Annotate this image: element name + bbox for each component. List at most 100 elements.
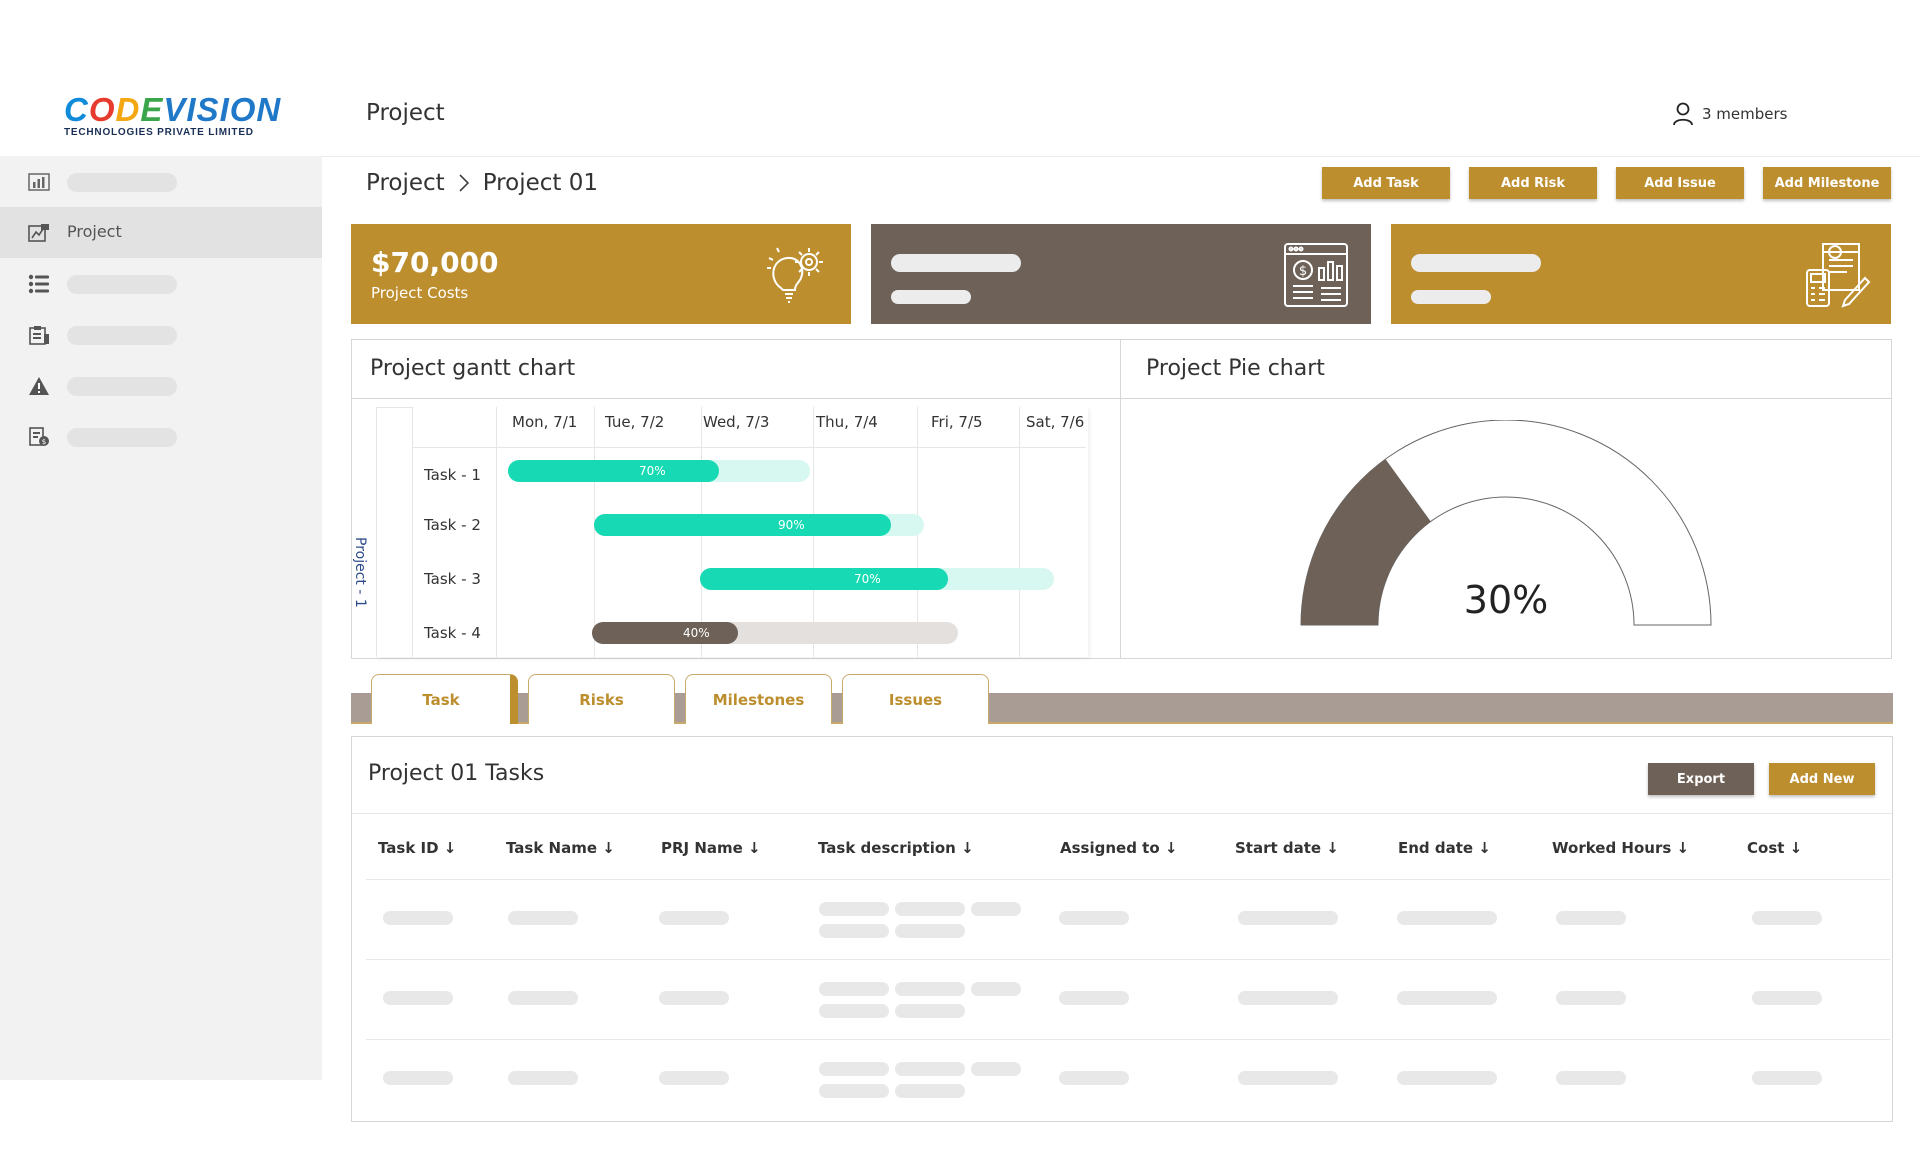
- table-row[interactable]: [352, 1040, 1892, 1119]
- gantt-day-label: Fri, 7/5: [931, 413, 983, 431]
- column-header-task-name[interactable]: Task Name ↓: [506, 839, 615, 857]
- tab-risks[interactable]: Risks: [528, 674, 675, 724]
- table-row[interactable]: [352, 880, 1892, 959]
- tab-task[interactable]: Task: [371, 674, 518, 724]
- sidebar-item-dashboard[interactable]: [0, 156, 322, 207]
- gantt-title: Project gantt chart: [370, 356, 576, 381]
- sidebar-item-label: Project: [67, 222, 122, 241]
- sidebar-item-finance[interactable]: $: [0, 411, 322, 462]
- sidebar-item-project[interactable]: Project: [0, 207, 322, 258]
- cell-placeholder: [1397, 1071, 1497, 1085]
- panel-divider: [1121, 398, 1891, 399]
- breadcrumb-root[interactable]: Project: [366, 170, 445, 196]
- gantt-grid-line: [1019, 407, 1020, 657]
- warning-icon: [29, 377, 49, 395]
- column-header-task-description[interactable]: Task description ↓: [818, 839, 974, 857]
- cell-placeholder: [971, 982, 1021, 996]
- gantt-bar-progress[interactable]: 40%: [592, 622, 738, 644]
- add-task-button[interactable]: Add Task: [1322, 167, 1450, 199]
- header-divider: [322, 156, 1920, 157]
- cell-placeholder: [1059, 911, 1129, 925]
- lightbulb-gear-icon: [767, 247, 823, 303]
- cell-placeholder: [508, 911, 578, 925]
- logo-wordmark: CODEVISION: [64, 91, 282, 128]
- cell-placeholder: [659, 1071, 729, 1085]
- gantt-day-label: Sat, 7/6: [1026, 413, 1085, 431]
- user-icon: [1673, 102, 1693, 126]
- card-placeholder: [891, 254, 1021, 272]
- cell-placeholder: [819, 982, 889, 996]
- sidebar-placeholder: [67, 377, 177, 396]
- column-header-end-date[interactable]: End date ↓: [1398, 839, 1491, 857]
- export-button[interactable]: Export: [1648, 763, 1754, 795]
- cell-placeholder: [895, 1004, 965, 1018]
- tasks-table-panel: Project 01 Tasks Export Add New Task ID …: [351, 736, 1893, 1122]
- cell-placeholder: [819, 902, 889, 916]
- gantt-bar-percent: 70%: [854, 572, 881, 586]
- column-header-assigned-to[interactable]: Assigned to ↓: [1060, 839, 1177, 857]
- clipboard-icon: [29, 326, 49, 345]
- cell-placeholder: [1752, 911, 1822, 925]
- cell-placeholder: [895, 902, 965, 916]
- gantt-bar-progress[interactable]: 70%: [700, 568, 948, 590]
- tab-issues[interactable]: Issues: [842, 674, 989, 724]
- gantt-bar-progress[interactable]: 90%: [594, 514, 891, 536]
- cell-placeholder: [895, 924, 965, 938]
- gantt-bar-percent: 90%: [778, 518, 805, 532]
- gantt-grid-line: [412, 447, 1086, 448]
- tab-milestones[interactable]: Milestones: [685, 674, 832, 724]
- calculator-document-icon: [1806, 243, 1871, 308]
- cell-placeholder: [1059, 1071, 1129, 1085]
- cell-placeholder: [895, 1062, 965, 1076]
- sidebar-item-risks[interactable]: [0, 360, 322, 411]
- cell-placeholder: [1752, 1071, 1822, 1085]
- project-cost-card: $70,000 Project Costs: [351, 224, 851, 324]
- cell-placeholder: [1556, 1071, 1626, 1085]
- column-header-start-date[interactable]: Start date ↓: [1235, 839, 1339, 857]
- cell-placeholder: [1556, 991, 1626, 1005]
- gantt-bar-percent: 70%: [639, 464, 666, 478]
- add-issue-button[interactable]: Add Issue: [1616, 167, 1744, 199]
- pie-title: Project Pie chart: [1146, 356, 1325, 381]
- gantt-day-label: Wed, 7/3: [703, 413, 770, 431]
- column-header-task-id[interactable]: Task ID ↓: [378, 839, 456, 857]
- cell-placeholder: [819, 1084, 889, 1098]
- chevron-right-icon: [459, 174, 469, 192]
- cell-placeholder: [383, 991, 453, 1005]
- gantt-task-label: Task - 1: [424, 466, 481, 484]
- column-header-prj-name[interactable]: PRJ Name ↓: [661, 839, 761, 857]
- cell-placeholder: [1556, 911, 1626, 925]
- cell-placeholder: [508, 991, 578, 1005]
- summary-card-2: $: [871, 224, 1371, 324]
- table-row[interactable]: [352, 960, 1892, 1039]
- add-milestone-button[interactable]: Add Milestone: [1763, 167, 1891, 199]
- gantt-grid-line: [496, 407, 497, 657]
- sidebar-placeholder: [67, 275, 177, 294]
- cell-placeholder: [971, 1062, 1021, 1076]
- add-risk-button[interactable]: Add Risk: [1469, 167, 1597, 199]
- gauge-percent-label: 30%: [1464, 578, 1548, 622]
- project-icon: [28, 224, 49, 242]
- breadcrumb: Project Project 01: [366, 170, 598, 196]
- column-header-cost[interactable]: Cost ↓: [1747, 839, 1802, 857]
- cell-placeholder: [819, 1062, 889, 1076]
- sidebar-item-list[interactable]: [0, 258, 322, 309]
- column-header-worked-hours[interactable]: Worked Hours ↓: [1552, 839, 1689, 857]
- gantt-task-label: Task - 3: [424, 570, 481, 588]
- gantt-bar-progress[interactable]: 70%: [508, 460, 719, 482]
- cell-placeholder: [508, 1071, 578, 1085]
- breadcrumb-current: Project 01: [482, 170, 598, 196]
- logo-subtitle: TECHNOLOGIES PRIVATE LIMITED: [64, 127, 254, 138]
- cell-placeholder: [383, 911, 453, 925]
- members-indicator[interactable]: 3 members: [1672, 102, 1788, 126]
- svg-text:$: $: [42, 438, 46, 446]
- cell-placeholder: [1238, 991, 1338, 1005]
- svg-text:$: $: [1299, 264, 1307, 279]
- gantt-grid-line: [594, 407, 595, 657]
- add-new-button[interactable]: Add New: [1769, 763, 1875, 795]
- cell-placeholder: [1397, 911, 1497, 925]
- panel-divider: [352, 398, 1120, 399]
- members-count: 3 members: [1702, 105, 1788, 123]
- sidebar-item-clipboard[interactable]: [0, 309, 322, 360]
- project-cost-value: $70,000: [371, 246, 499, 279]
